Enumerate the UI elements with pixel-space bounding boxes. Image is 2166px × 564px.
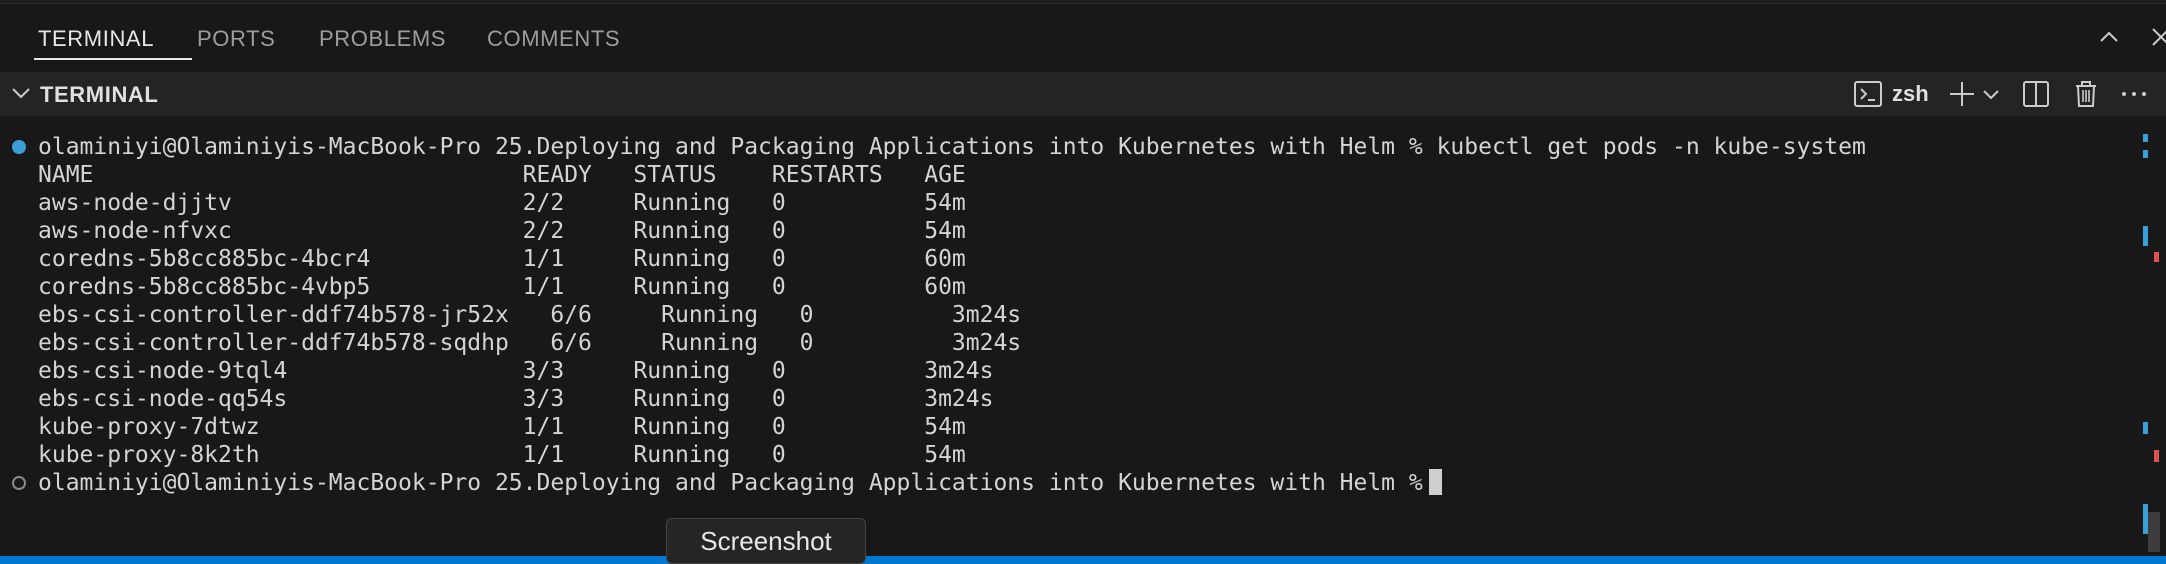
prompt-decoration[interactable] (12, 476, 26, 490)
text-cursor (1428, 469, 1442, 495)
overview-marker (2143, 422, 2148, 434)
command-line: olaminiyi@Olaminiyis-MacBook-Pro 25.Depl… (38, 134, 1866, 160)
table-row: aws-node-nfvxc 2/2 Running 0 54m (38, 218, 966, 244)
overview-marker (2154, 252, 2159, 262)
trash-icon[interactable] (2070, 78, 2102, 110)
table-row: kube-proxy-8k2th 1/1 Running 0 54m (38, 442, 966, 468)
chevron-down-icon[interactable] (8, 80, 34, 106)
active-tab-indicator (34, 58, 192, 60)
chevron-up-icon (2100, 31, 2118, 42)
terminal-scrollbar[interactable] (2140, 116, 2166, 556)
shell-name[interactable]: zsh (1892, 81, 1929, 107)
overview-marker (2154, 450, 2159, 462)
panel-tab-bar: TERMINAL PORTS PROBLEMS COMMENTS (0, 4, 2166, 72)
table-row: coredns-5b8cc885bc-4vbp5 1/1 Running 0 6… (38, 274, 966, 300)
scrollbar-thumb[interactable] (2148, 512, 2160, 552)
close-panel-button[interactable] (2148, 24, 2166, 57)
screenshot-tooltip: Screenshot (666, 518, 866, 564)
table-row: ebs-csi-node-9tql4 3/3 Running 0 3m24s (38, 358, 994, 384)
table-header-row: NAME READY STATUS RESTARTS AGE (38, 162, 966, 188)
prompt-text: olaminiyi@Olaminiyis-MacBook-Pro 25.Depl… (38, 470, 1423, 496)
table-row: kube-proxy-7dtwz 1/1 Running 0 54m (38, 414, 966, 440)
terminal-output[interactable]: olaminiyi@Olaminiyis-MacBook-Pro 25.Depl… (0, 116, 2140, 556)
overview-marker (2143, 134, 2148, 142)
maximize-panel-button[interactable] (2096, 24, 2122, 57)
overview-marker (2143, 150, 2148, 158)
more-icon[interactable] (2118, 78, 2150, 110)
table-row: ebs-csi-controller-ddf74b578-jr52x 6/6 R… (38, 302, 1022, 328)
terminal-icon[interactable] (1852, 78, 1884, 110)
section-title: TERMINAL (40, 82, 159, 107)
tab-problems[interactable]: PROBLEMS (319, 26, 446, 52)
close-icon (2152, 28, 2166, 46)
table-row: ebs-csi-controller-ddf74b578-sqdhp 6/6 R… (38, 330, 1022, 356)
table-row: coredns-5b8cc885bc-4bcr4 1/1 Running 0 6… (38, 246, 966, 272)
overview-marker (2143, 226, 2148, 246)
command-success-decoration[interactable] (12, 140, 26, 154)
split-icon[interactable] (2020, 78, 2052, 110)
tab-ports[interactable]: PORTS (197, 26, 275, 52)
table-row: aws-node-djjtv 2/2 Running 0 54m (38, 190, 966, 216)
plus-icon[interactable] (1946, 78, 1978, 110)
chevron-down-icon[interactable] (1980, 78, 2002, 110)
tab-comments[interactable]: COMMENTS (487, 26, 620, 52)
status-bar (0, 556, 2166, 564)
prompt-line[interactable]: olaminiyi@Olaminiyis-MacBook-Pro 25.Depl… (38, 469, 1442, 497)
table-row: ebs-csi-node-qq54s 3/3 Running 0 3m24s (38, 386, 994, 412)
tab-terminal[interactable]: TERMINAL (38, 26, 154, 52)
terminal-section-header[interactable]: TERMINAL zsh (0, 72, 2166, 116)
